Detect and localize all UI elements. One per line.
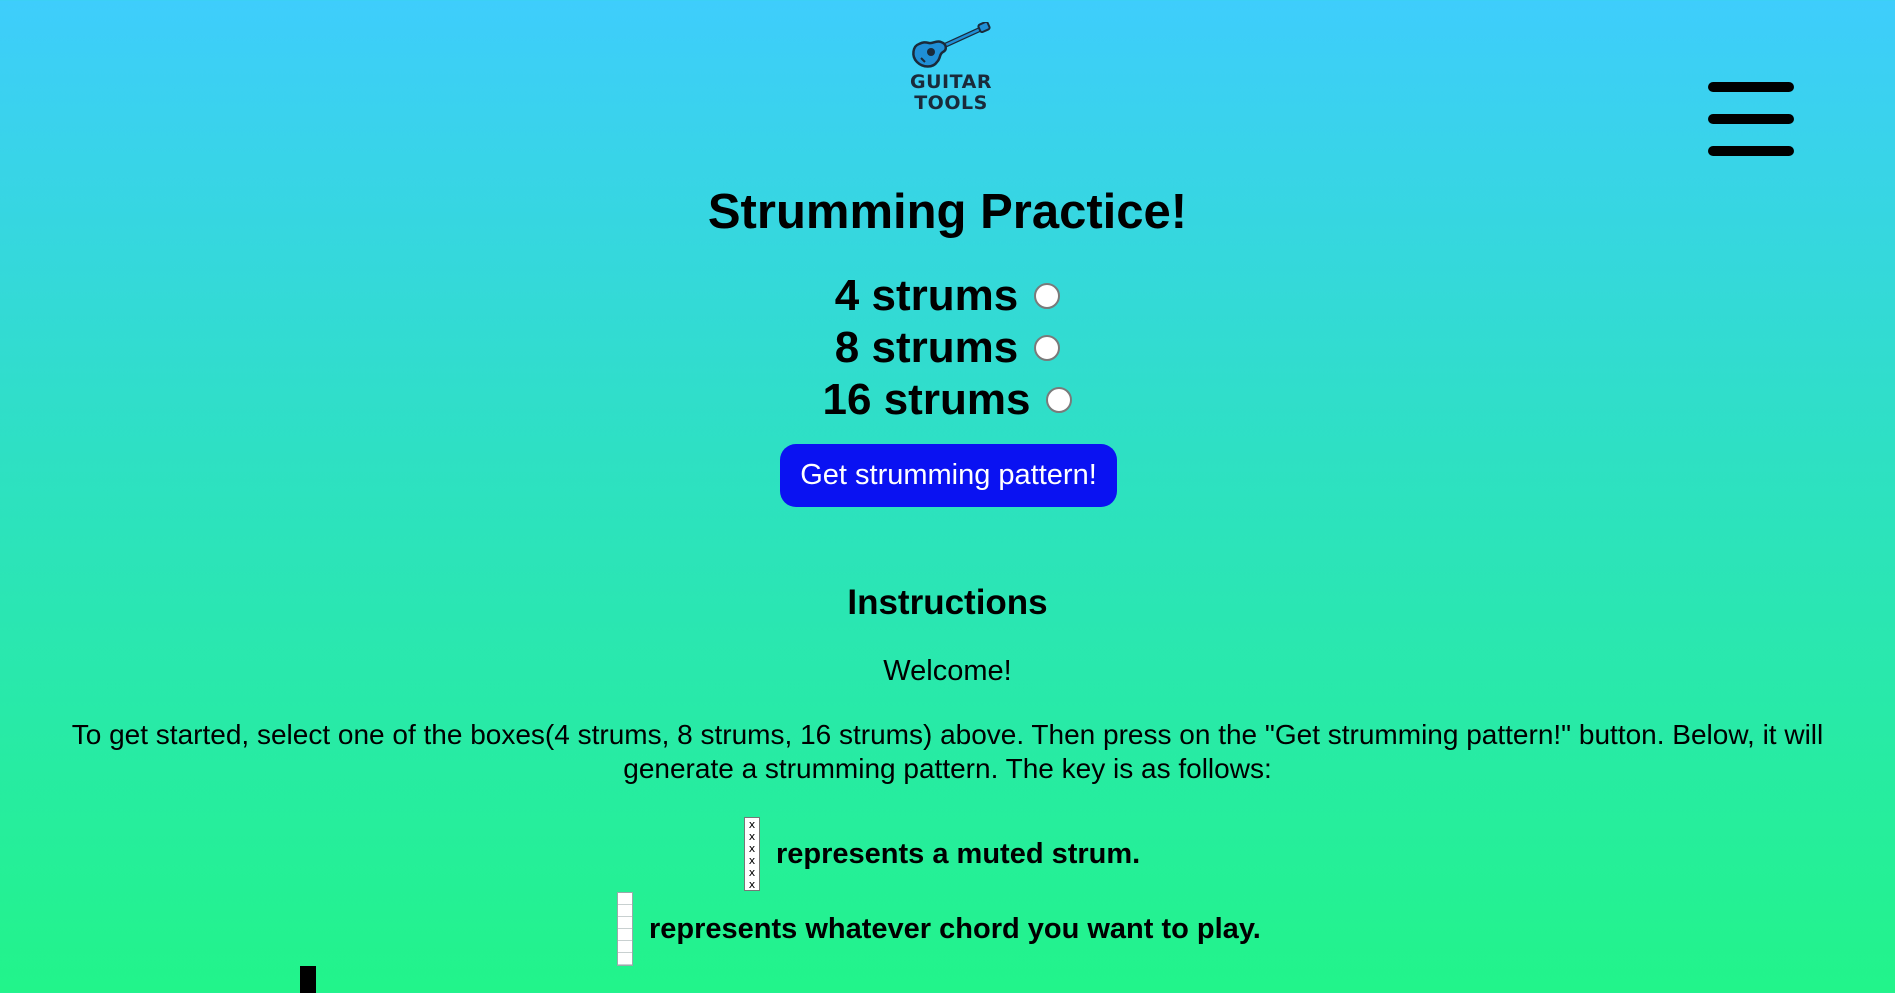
muted-strum-box: x x x x x x <box>744 817 760 891</box>
key-rest <box>300 966 330 993</box>
option-label: 16 strums <box>822 375 1031 424</box>
logo-line-1: GUITAR <box>910 71 992 93</box>
key-muted-strum: x x x x x x represents a muted strum. <box>744 816 1140 892</box>
key-chord: represents whatever chord you want to pl… <box>617 891 1261 967</box>
instructions-text: To get started, select one of the boxes(… <box>71 719 1824 784</box>
option-16-strums: 16 strums <box>0 374 1895 426</box>
option-4-strums: 4 strums <box>0 270 1895 322</box>
guitar-tools-logo[interactable]: GUITAR TOOLS <box>906 22 996 122</box>
welcome-text: Welcome! <box>883 655 1012 687</box>
muted-mark: x <box>748 841 756 855</box>
option-8-strums: 8 strums <box>0 322 1895 374</box>
muted-mark: x <box>748 817 756 831</box>
menu-bar <box>1708 114 1794 124</box>
menu-bar <box>1708 82 1794 92</box>
logo-text: GUITAR TOOLS <box>906 72 996 114</box>
option-label: 4 strums <box>834 271 1019 320</box>
muted-mark: x <box>748 865 756 879</box>
key-chord-text: represents whatever chord you want to pl… <box>649 912 1261 945</box>
key-muted-text: represents a muted strum. <box>776 837 1141 870</box>
muted-mark: x <box>748 829 756 843</box>
menu-bar <box>1708 146 1794 156</box>
muted-mark: x <box>748 877 756 891</box>
black-box <box>300 966 316 993</box>
radio-16-strums[interactable] <box>1046 387 1073 413</box>
logo-line-2: TOOLS <box>914 92 988 114</box>
muted-mark: x <box>748 853 756 867</box>
guitar-icon <box>912 22 991 68</box>
page-title: Strumming Practice! <box>707 185 1188 239</box>
instructions-heading: Instructions <box>847 583 1048 622</box>
get-strumming-pattern-button[interactable]: Get strumming pattern! <box>780 444 1117 507</box>
hamburger-menu-icon[interactable] <box>1708 82 1794 156</box>
radio-8-strums[interactable] <box>1034 335 1061 361</box>
radio-4-strums[interactable] <box>1034 283 1061 309</box>
option-label: 8 strums <box>834 323 1019 372</box>
chord-box <box>617 892 633 966</box>
strum-options: 4 strums 8 strums 16 strums <box>0 270 1895 426</box>
